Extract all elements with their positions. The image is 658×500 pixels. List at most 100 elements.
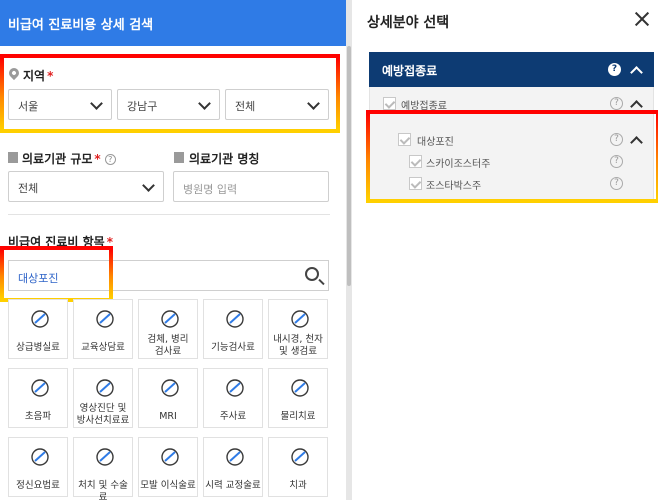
scrollbar-thumb[interactable] xyxy=(347,46,351,286)
category-tile[interactable]: 기능검사료 xyxy=(203,299,263,359)
category-label: 상급병실료 xyxy=(16,342,60,353)
ultrasound-icon xyxy=(31,379,49,397)
accordion-body: 예방접종료 ? 대상포진 ? 스카이조스터주 ? 조스타박스주 ? xyxy=(369,87,654,202)
help-icon[interactable]: ? xyxy=(608,63,621,76)
group-checkbox[interactable] xyxy=(383,97,396,110)
item-search-value: 대상포진 xyxy=(18,272,59,285)
xray-icon xyxy=(96,379,114,397)
detail-panel: 상세분야 선택 예방접종료 ? 예방접종료 ? 대상포진 ? 스카이조스터주 ?… xyxy=(352,0,658,500)
close-icon[interactable] xyxy=(635,12,649,26)
chevron-down-icon xyxy=(90,97,103,110)
region-dong-select[interactable]: 전체 xyxy=(225,89,329,120)
item-row[interactable]: 스카이조스터주 ? xyxy=(370,151,653,173)
microscope-icon xyxy=(161,310,179,328)
group-label: 예방접종료 xyxy=(401,101,447,112)
category-tile[interactable]: 주사료 xyxy=(203,368,263,428)
physiotherapy-icon xyxy=(291,379,309,397)
category-label: 교육상담료 xyxy=(81,342,125,353)
category-tile[interactable]: 내시경, 천자 및 생검료 xyxy=(268,299,328,359)
category-label: 치과 xyxy=(289,480,307,491)
subgroup-row[interactable]: 대상포진 ? xyxy=(370,129,653,151)
accordion-header[interactable]: 예방접종료 ? xyxy=(369,52,654,87)
hair-transplant-icon xyxy=(161,448,179,466)
category-tile[interactable]: 정신요법료 xyxy=(8,437,68,497)
institution-size-select[interactable]: 전체 xyxy=(8,171,164,202)
group-row[interactable]: 예방접종료 ? xyxy=(370,93,653,115)
item-checkbox[interactable] xyxy=(409,155,422,168)
brain-icon xyxy=(31,448,49,466)
category-tile[interactable]: 검체, 병리 검사료 xyxy=(138,299,198,359)
section-divider xyxy=(8,214,330,215)
help-icon[interactable]: ? xyxy=(610,177,623,190)
mri-icon xyxy=(161,379,179,397)
region-city-select[interactable]: 서울 xyxy=(8,89,112,120)
endoscope-icon xyxy=(291,310,309,328)
function-test-icon xyxy=(226,310,244,328)
help-icon[interactable]: ? xyxy=(104,154,116,165)
help-icon[interactable]: ? xyxy=(610,133,623,146)
category-label: 모발 이식술료 xyxy=(140,480,196,491)
item-row[interactable]: 조스타박스주 ? xyxy=(370,173,653,195)
help-icon[interactable]: ? xyxy=(610,155,623,168)
search-icon[interactable] xyxy=(305,267,319,281)
chevron-down-icon xyxy=(198,97,211,110)
institution-size-value: 전체 xyxy=(18,182,39,195)
category-tile[interactable]: 처치 및 수술료 xyxy=(73,437,133,500)
category-tile[interactable]: 물리치료 xyxy=(268,368,328,428)
institution-name-input[interactable]: 병원명 입력 xyxy=(173,171,329,202)
category-tile[interactable]: 초음파 xyxy=(8,368,68,428)
category-label: 검체, 병리 검사료 xyxy=(147,334,189,357)
category-label: 시력 교정술료 xyxy=(205,480,261,491)
item-checkbox[interactable] xyxy=(409,177,422,190)
district-value: 강남구 xyxy=(127,100,158,113)
dong-value: 전체 xyxy=(235,100,256,113)
chevron-up-icon[interactable] xyxy=(630,66,643,79)
category-tile[interactable]: 시력 교정술료 xyxy=(203,437,263,497)
category-tile[interactable]: 교육상담료 xyxy=(73,299,133,359)
category-tile[interactable]: MRI xyxy=(138,368,198,428)
help-icon[interactable]: ? xyxy=(610,97,623,110)
eye-icon xyxy=(226,448,244,466)
accordion-title: 예방접종료 xyxy=(382,64,438,78)
category-label: 정신요법료 xyxy=(16,480,60,491)
detail-panel-title: 상세분야 선택 xyxy=(367,15,450,31)
syringe-icon xyxy=(226,379,244,397)
tooth-icon xyxy=(291,448,309,466)
category-tile[interactable]: 모발 이식술료 xyxy=(138,437,198,497)
category-label: 내시경, 천자 및 생검료 xyxy=(273,334,323,357)
chevron-up-icon[interactable] xyxy=(630,100,643,113)
region-label: 지역 * xyxy=(23,69,54,83)
hospital-icon xyxy=(174,152,184,163)
category-label: MRI xyxy=(159,411,177,422)
category-tile[interactable]: 치과 xyxy=(268,437,328,497)
panel-header: 비급여 진료비용 상세 검색 xyxy=(0,0,346,46)
hospital-bed-icon xyxy=(31,310,49,328)
subgroup-label: 대상포진 xyxy=(417,137,454,148)
consultation-icon xyxy=(96,310,114,328)
panel-title: 비급여 진료비용 상세 검색 xyxy=(8,18,154,33)
institution-name-placeholder: 병원명 입력 xyxy=(183,183,238,196)
category-label: 기능검사료 xyxy=(211,342,255,353)
category-label: 영상진단 및 방사선치료료 xyxy=(76,403,130,426)
search-panel: 비급여 진료비용 상세 검색 지역 * 서울 강남구 전체 의료기관 규모 *? 전… xyxy=(0,0,346,500)
category-label: 초음파 xyxy=(24,411,52,422)
surgery-icon xyxy=(96,448,114,466)
item-label: 조스타박스주 xyxy=(426,181,482,192)
chevron-down-icon xyxy=(307,97,320,110)
category-tile[interactable]: 상급병실료 xyxy=(8,299,68,359)
institution-name-label: 의료기관 명칭 xyxy=(189,152,260,166)
item-search-input[interactable]: 대상포진 xyxy=(8,260,329,291)
chevron-down-icon xyxy=(142,179,155,192)
category-tile[interactable]: 영상진단 및 방사선치료료 xyxy=(73,368,133,428)
item-label: 비급여 진료비 항목 * xyxy=(8,235,113,249)
category-label: 처치 및 수술료 xyxy=(78,480,128,500)
institution-size-label: 의료기관 규모 *? xyxy=(22,150,116,167)
category-label: 물리치료 xyxy=(280,411,316,422)
subgroup-checkbox[interactable] xyxy=(398,133,411,146)
category-label: 주사료 xyxy=(219,411,247,422)
location-pin-icon xyxy=(6,65,22,81)
chevron-up-icon[interactable] xyxy=(630,136,643,149)
city-value: 서울 xyxy=(18,100,39,113)
building-icon xyxy=(8,152,18,163)
region-district-select[interactable]: 강남구 xyxy=(117,89,220,120)
